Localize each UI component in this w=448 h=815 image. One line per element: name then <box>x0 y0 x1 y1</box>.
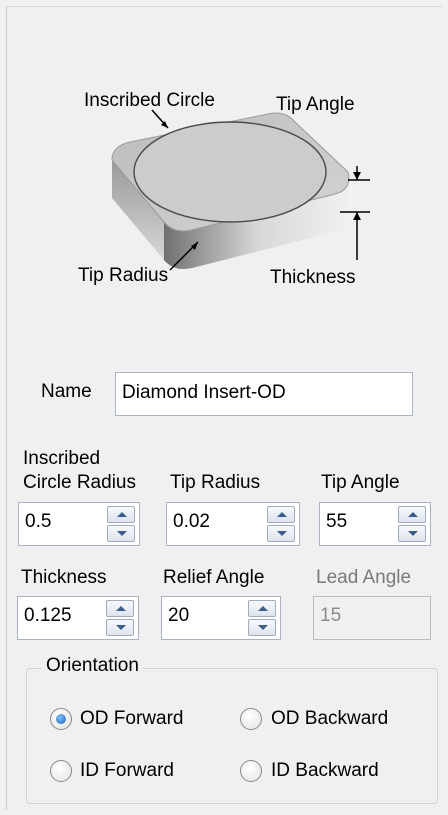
tip-angle-spinner[interactable] <box>395 504 429 544</box>
chevron-up-icon <box>117 512 127 517</box>
radio-id-forward-label[interactable]: ID Forward <box>80 760 174 782</box>
radio-button-icon[interactable] <box>240 760 262 782</box>
chevron-down-icon <box>116 625 126 630</box>
spin-up-button[interactable] <box>248 600 276 617</box>
chevron-down-icon <box>117 531 127 536</box>
tip-radius-label: Tip Radius <box>170 472 261 493</box>
lead-angle-label: Lead Angle <box>316 567 412 588</box>
orientation-legend: Orientation <box>42 654 143 678</box>
spin-up-button[interactable] <box>267 506 295 523</box>
inscribed-circle-radius-label-line2: Circle Radius <box>23 472 136 493</box>
radio-button-checked-icon[interactable] <box>50 708 72 730</box>
radio-button-icon[interactable] <box>50 760 72 782</box>
label-tip-radius: Tip Radius <box>78 265 169 286</box>
radio-id-backward-label[interactable]: ID Backward <box>271 760 379 782</box>
spin-up-button[interactable] <box>398 506 426 523</box>
chevron-up-icon <box>408 512 418 517</box>
label-inscribed-circle: Inscribed Circle <box>84 90 215 111</box>
spin-down-button[interactable] <box>248 619 276 636</box>
tip-radius-spinner[interactable] <box>264 504 298 544</box>
chevron-down-icon <box>258 625 268 630</box>
tip-angle-label: Tip Angle <box>321 472 400 493</box>
spin-up-button[interactable] <box>106 600 134 617</box>
inscribed-circle-radius-label-line1: Inscribed <box>23 448 101 469</box>
thickness-label: Thickness <box>21 567 107 588</box>
name-label: Name <box>41 381 92 402</box>
inscribed-circle-radius-spinner[interactable] <box>104 504 138 544</box>
chevron-up-icon <box>258 606 268 611</box>
lead-angle-input: 15 <box>313 596 431 640</box>
radio-od-backward-label[interactable]: OD Backward <box>271 708 388 730</box>
thickness-spinner[interactable] <box>103 598 137 638</box>
spin-down-button[interactable] <box>107 525 135 542</box>
relief-angle-spinner[interactable] <box>245 598 279 638</box>
radio-button-icon[interactable] <box>240 708 262 730</box>
orientation-group <box>26 668 438 804</box>
name-field[interactable]: Diamond Insert-OD <box>115 372 413 416</box>
chevron-up-icon <box>277 512 287 517</box>
spin-down-button[interactable] <box>267 525 295 542</box>
chevron-up-icon <box>116 606 126 611</box>
relief-angle-label: Relief Angle <box>163 567 265 588</box>
spin-down-button[interactable] <box>106 619 134 636</box>
chevron-down-icon <box>408 531 418 536</box>
spin-down-button[interactable] <box>398 525 426 542</box>
chevron-down-icon <box>277 531 287 536</box>
spin-up-button[interactable] <box>107 506 135 523</box>
label-thickness: Thickness <box>270 267 356 288</box>
radio-od-forward-label[interactable]: OD Forward <box>80 708 183 730</box>
label-tip-angle: Tip Angle <box>276 94 355 115</box>
